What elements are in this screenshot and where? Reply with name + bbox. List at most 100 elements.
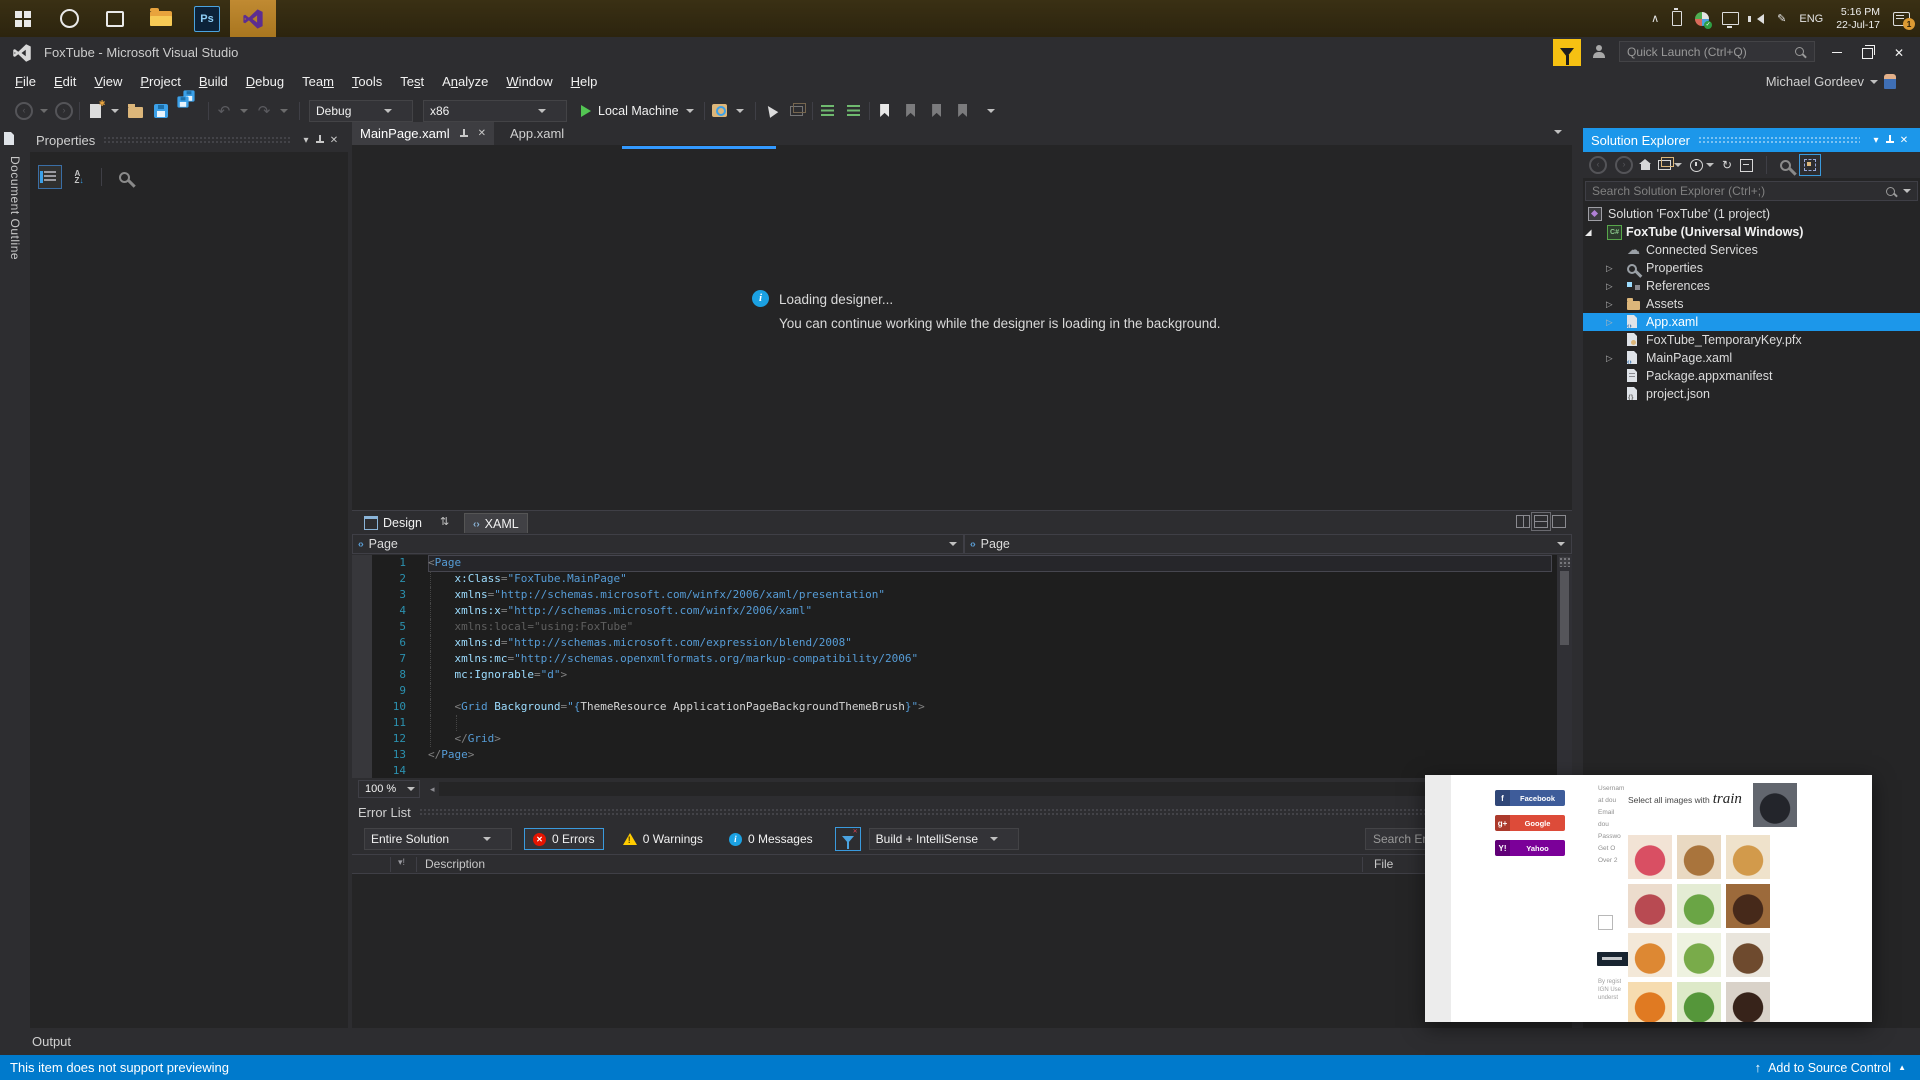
editor-scrollbar[interactable]: [1557, 555, 1572, 778]
code-line-10[interactable]: 10 <Grid Background="{ThemeResource Appl…: [372, 699, 1572, 715]
menu-window[interactable]: Window: [497, 68, 561, 95]
captcha-tile-orange-dessert[interactable]: [1628, 933, 1672, 977]
navigate-forward-button[interactable]: ›: [54, 99, 74, 123]
collapse-pane-button[interactable]: [1552, 515, 1566, 528]
yahoo-login-button[interactable]: Y! Yahoo: [1495, 840, 1565, 856]
volume-icon[interactable]: [1748, 13, 1765, 24]
toolbar-overflow-button[interactable]: [981, 99, 1001, 123]
captcha-tile-espresso[interactable]: [1726, 982, 1770, 1022]
tree-item-app-xaml[interactable]: ▷ App.xaml: [1583, 313, 1920, 331]
window-position-dropdown[interactable]: ▾: [1868, 135, 1884, 146]
horizontal-scrollbar[interactable]: [438, 782, 1568, 796]
switch-views-button[interactable]: [1658, 157, 1682, 170]
action-center-icon[interactable]: 1: [1893, 11, 1915, 30]
close-button[interactable]: ✕: [1884, 37, 1914, 68]
facebook-login-button[interactable]: f Facebook: [1495, 790, 1565, 806]
code-line-11[interactable]: 11: [372, 715, 1572, 731]
new-project-dropdown[interactable]: [105, 99, 125, 123]
photoshop-button[interactable]: Ps: [184, 0, 230, 37]
tree-item-project-json[interactable]: project.json: [1583, 385, 1920, 403]
pin-icon[interactable]: [1884, 134, 1896, 146]
tree-item-references[interactable]: ▷ References: [1583, 277, 1920, 295]
menu-project[interactable]: Project: [131, 68, 190, 95]
output-window-tab[interactable]: Output: [32, 1034, 71, 1049]
send-feedback-icon[interactable]: [1592, 45, 1608, 59]
submit-button[interactable]: [1597, 952, 1629, 966]
close-tab-icon[interactable]: ✕: [478, 128, 486, 139]
captcha-tile-strawberry-tart[interactable]: [1628, 835, 1672, 879]
undo-dropdown[interactable]: [234, 99, 254, 123]
expander-collapsed-icon[interactable]: ▷: [1606, 313, 1613, 331]
taskbar-clock[interactable]: 5:16 PM 22-Jul-17: [1836, 6, 1880, 32]
scrollbar-thumb[interactable]: [1560, 571, 1569, 645]
security-status-icon[interactable]: [1695, 11, 1713, 29]
severity-column-icon[interactable]: ▾!: [398, 857, 405, 868]
tree-item-foxtube-universal-windows-[interactable]: ◢ C# FoxTube (Universal Windows): [1583, 223, 1920, 241]
tree-item-assets[interactable]: ▷ Assets: [1583, 295, 1920, 313]
swap-panes-button[interactable]: ⇅: [440, 515, 449, 528]
code-line-4[interactable]: 4 xmlns:x="http://schemas.microsoft.com/…: [372, 603, 1572, 619]
new-project-button[interactable]: [85, 99, 106, 123]
cortana-button[interactable]: [46, 0, 92, 37]
navigate-back-dropdown[interactable]: [34, 99, 54, 123]
tray-chevron-icon[interactable]: ∧: [1651, 12, 1659, 25]
code-line-8[interactable]: 8 mc:Ignorable="d">: [372, 667, 1572, 683]
captcha-tile-coffee-cup[interactable]: [1726, 933, 1770, 977]
task-view-button[interactable]: [92, 0, 138, 37]
platform-combobox[interactable]: x86: [423, 99, 567, 122]
save-all-button[interactable]: [177, 89, 203, 123]
error-scope-combobox[interactable]: Entire Solution: [364, 828, 512, 850]
minimize-button[interactable]: [1822, 37, 1852, 68]
code-line-12[interactable]: 12 </Grid>: [372, 731, 1572, 747]
save-button[interactable]: [151, 99, 171, 123]
find-dropdown[interactable]: [730, 99, 750, 123]
language-indicator[interactable]: ENG: [1799, 13, 1823, 25]
code-line-9[interactable]: 9: [372, 683, 1572, 699]
zoom-combobox[interactable]: 100 %: [358, 780, 420, 798]
webpage-preview-popup[interactable]: f Facebook g+ Google Y! Yahoo Usernam at dou Em…: [1425, 775, 1872, 1022]
captcha-tile-greens[interactable]: [1677, 982, 1721, 1022]
captcha-tile-berry-cake[interactable]: [1628, 884, 1672, 928]
show-all-files-button[interactable]: [1799, 154, 1822, 176]
comment-button[interactable]: [818, 99, 838, 123]
column-file[interactable]: File: [1374, 857, 1393, 871]
tree-item-connected-services[interactable]: ☁ Connected Services: [1583, 241, 1920, 259]
next-bookmark-button[interactable]: [927, 99, 947, 123]
tab-app-xaml[interactable]: App.xaml: [498, 122, 576, 145]
document-outline-tab[interactable]: Document Outline: [4, 132, 26, 260]
column-description[interactable]: Description: [425, 857, 485, 871]
configuration-combobox[interactable]: Debug: [309, 99, 413, 122]
usb-device-icon[interactable]: [1672, 8, 1683, 26]
expander-expanded-icon[interactable]: ◢: [1585, 223, 1592, 241]
start-button[interactable]: [0, 0, 46, 37]
code-line-1[interactable]: 1 <Page: [372, 555, 1572, 572]
menu-build[interactable]: Build: [190, 68, 237, 95]
visual-studio-taskbar-button[interactable]: [230, 0, 276, 37]
captcha-tile-oranges[interactable]: [1628, 982, 1672, 1022]
redo-dropdown[interactable]: [274, 99, 294, 123]
solution-explorer-header[interactable]: Solution Explorer ▾ ✕: [1583, 128, 1920, 152]
tree-item-package-appxmanifest[interactable]: Package.appxmanifest: [1583, 367, 1920, 385]
display-network-icon[interactable]: [1722, 12, 1740, 28]
code-line-7[interactable]: 7 xmlns:mc="http://schemas.openxmlformat…: [372, 651, 1572, 667]
tab-list-dropdown[interactable]: [1554, 130, 1562, 134]
breadcrumb-element-right[interactable]: ‹› Page: [964, 534, 1572, 554]
code-line-13[interactable]: 13 </Page>: [372, 747, 1572, 763]
captcha-tile-pancakes[interactable]: [1726, 835, 1770, 879]
navigate-back-button[interactable]: ‹: [14, 99, 34, 123]
file-explorer-button[interactable]: [138, 0, 184, 37]
pen-input-icon[interactable]: ✎: [1777, 12, 1786, 25]
pending-changes-button[interactable]: [1690, 158, 1714, 172]
alphabetical-sort-button[interactable]: A Z↓: [68, 166, 90, 188]
tree-item-properties[interactable]: ▷ Properties: [1583, 259, 1920, 277]
select-element-button[interactable]: [761, 99, 781, 123]
home-button[interactable]: [1639, 159, 1651, 170]
splitter-grip-icon[interactable]: [1559, 557, 1570, 567]
expander-collapsed-icon[interactable]: ▷: [1606, 277, 1613, 295]
properties-header[interactable]: Properties ▾ ✕: [30, 128, 348, 152]
categorized-view-button[interactable]: [38, 165, 62, 189]
restore-button[interactable]: [1852, 37, 1882, 68]
find-in-files-button[interactable]: [710, 99, 730, 123]
code-line-14[interactable]: 14: [372, 763, 1572, 778]
tree-item-solution-foxtube-1-project-[interactable]: Solution 'FoxTube' (1 project): [1583, 205, 1920, 223]
